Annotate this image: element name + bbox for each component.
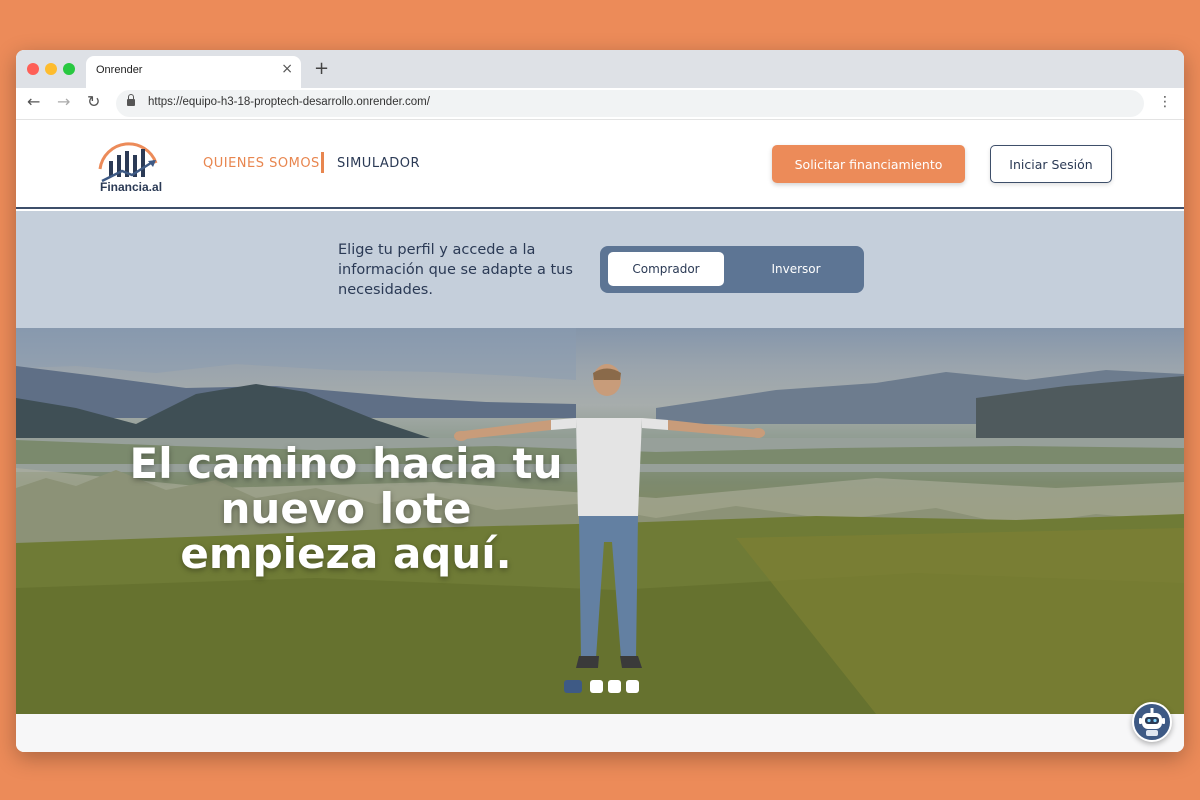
comprador-option[interactable]: Comprador <box>608 252 724 286</box>
chatbot-button[interactable] <box>1132 702 1172 742</box>
tab-title: Onrender <box>96 64 143 76</box>
iniciar-sesion-button[interactable]: Iniciar Sesión <box>990 145 1112 183</box>
nav-simulador[interactable]: SIMULADOR <box>337 156 420 171</box>
reload-icon[interactable]: ↻ <box>87 92 100 111</box>
lock-icon[interactable] <box>127 94 135 108</box>
close-tab-icon[interactable]: × <box>281 61 293 77</box>
profile-prompt: Elige tu perfil y accede a la informació… <box>338 242 573 298</box>
hero-title: El camino hacia tu nuevo lote empieza aq… <box>129 439 563 578</box>
forward-icon[interactable]: → <box>57 92 70 111</box>
profile-selector-band: Elige tu perfil y accede a la informació… <box>16 211 1184 328</box>
logo-text[interactable]: Financia.al <box>100 180 162 194</box>
inversor-option[interactable]: Inversor <box>732 252 860 286</box>
solicitar-financiamiento-button[interactable]: Solicitar financiamiento <box>772 145 965 183</box>
browser-tab[interactable]: Onrender × <box>86 56 301 88</box>
carousel-dot-4[interactable] <box>626 680 639 693</box>
address-bar[interactable]: https://equipo-h3-18-proptech-desarrollo… <box>116 90 1144 117</box>
browser-toolbar: ← → ↻ https://equipo-h3-18-proptech-desa… <box>16 88 1184 120</box>
nav-divider <box>321 152 324 173</box>
nav-quienes-somos[interactable]: QUIENES SOMOS <box>203 156 320 171</box>
tab-strip: Onrender × + <box>16 50 1184 88</box>
browser-menu-icon[interactable]: ⋮ <box>1158 94 1172 110</box>
hero-banner: El camino hacia tu nuevo lote empieza aq… <box>16 328 1184 714</box>
minimize-window-button[interactable] <box>45 63 57 75</box>
browser-window: Onrender × + ← → ↻ https://equipo-h3-18-… <box>16 50 1184 752</box>
new-tab-icon[interactable]: + <box>314 58 329 79</box>
url-text[interactable]: https://equipo-h3-18-proptech-desarrollo… <box>148 96 430 108</box>
page-bottom-strip <box>16 714 1184 752</box>
carousel-dot-2[interactable] <box>590 680 603 693</box>
site-header: Financia.al QUIENES SOMOS SIMULADOR Soli… <box>16 121 1184 209</box>
back-icon[interactable]: ← <box>27 92 40 111</box>
carousel-dot-3[interactable] <box>608 680 621 693</box>
carousel-dot-1[interactable] <box>564 680 582 693</box>
robot-icon <box>1139 708 1165 736</box>
close-window-button[interactable] <box>27 63 39 75</box>
maximize-window-button[interactable] <box>63 63 75 75</box>
profile-toggle: Comprador Inversor <box>600 246 864 293</box>
